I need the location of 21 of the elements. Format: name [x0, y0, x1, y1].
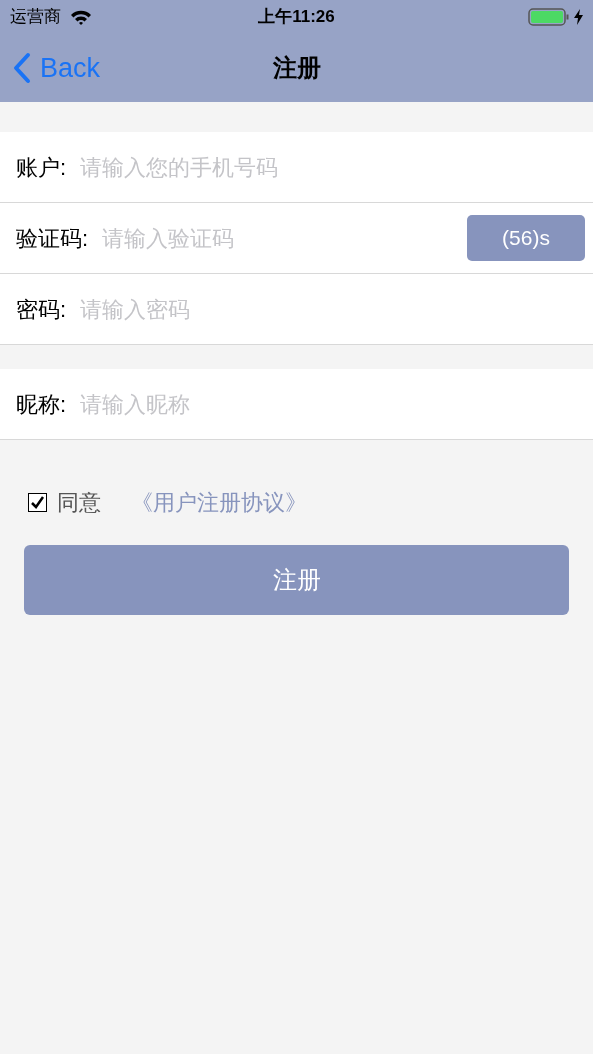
- agree-label: 同意: [57, 489, 101, 517]
- chevron-left-icon: [12, 52, 32, 84]
- agreement-link[interactable]: 《用户注册协议》: [131, 486, 307, 519]
- input-field[interactable]: 请输入您的手机号码: [80, 132, 593, 202]
- input-field[interactable]: 请输入验证码: [102, 203, 467, 273]
- charging-icon: [574, 9, 583, 25]
- carrier-name: 运营商: [10, 6, 61, 29]
- agree-checkbox[interactable]: [28, 493, 47, 512]
- register-button[interactable]: 注册: [24, 545, 569, 615]
- field-label: 昵称:: [0, 369, 81, 439]
- input-field[interactable]: 请输入昵称: [80, 369, 593, 439]
- field-label: 验证码:: [0, 203, 103, 273]
- battery-icon: [528, 7, 570, 27]
- field-label: 密码:: [0, 274, 81, 344]
- countdown-button[interactable]: (56)s: [467, 215, 585, 261]
- status-time: 上午11:26: [258, 6, 335, 29]
- input-field[interactable]: 请输入密码: [80, 274, 593, 344]
- back-button[interactable]: Back: [12, 47, 101, 89]
- field-label: 账户:: [0, 132, 81, 202]
- wifi-icon: [70, 9, 92, 25]
- page-title: 注册: [272, 53, 321, 83]
